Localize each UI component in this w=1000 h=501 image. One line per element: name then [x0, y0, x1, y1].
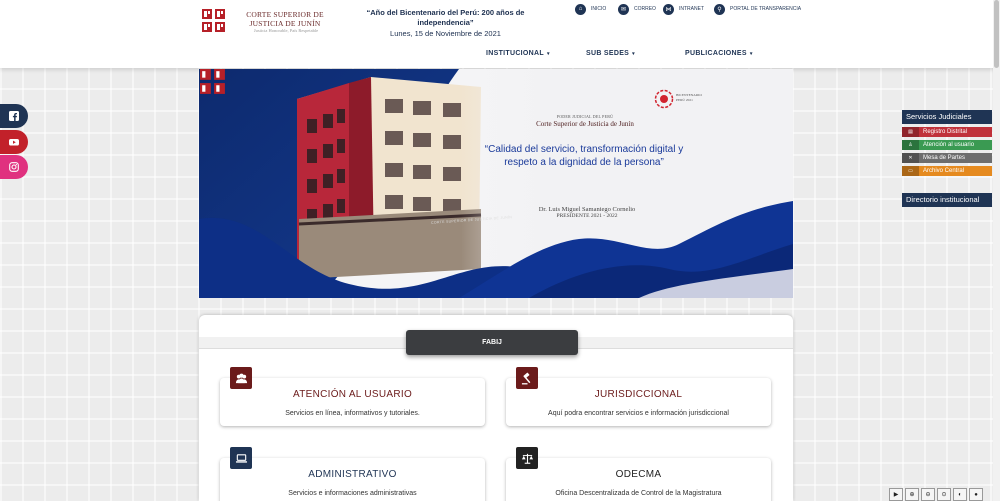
nav-institucional[interactable]: INSTITUCIONAL ▾ — [486, 50, 550, 57]
logo-title: CORTE SUPERIOR DE JUSTICIA DE JUNÍN — [246, 10, 324, 28]
gavel-icon — [516, 367, 538, 389]
page-scrollbar[interactable] — [993, 0, 1000, 501]
rp-item-label: Registro Distrital — [923, 129, 968, 135]
tools-icon: ✕ — [902, 153, 919, 163]
contrast-icon[interactable]: ◐ — [953, 488, 967, 501]
scroll-thumb[interactable] — [994, 0, 999, 68]
card-title: JURISDICCIONAL — [594, 389, 683, 400]
toplink-intranet[interactable]: ⋈ INTRANET — [663, 2, 704, 16]
card-title: ATENCIÓN AL USUARIO — [292, 389, 413, 400]
mail-icon: ✉ — [618, 3, 629, 15]
facebook-link[interactable] — [0, 104, 28, 128]
rp-item-label: Archivo Central — [923, 168, 965, 174]
card-title: ADMINISTRATIVO — [308, 469, 397, 480]
bicentenario-text: BICENTENARIO PERÚ 2021 — [676, 93, 702, 103]
banner-signature-role: PRESIDENTE 2021 - 2022 — [556, 213, 618, 219]
nav-sub-sedes[interactable]: SUB SEDES ▾ — [586, 50, 635, 57]
banner-institution: Corte Superior de Justicia de Junín — [536, 120, 634, 128]
tab-fabij[interactable]: FABIJ — [406, 330, 578, 355]
card-jurisdiccional[interactable]: JURISDICCIONAL Aquí podra encontrar serv… — [506, 378, 771, 426]
zoom-in-icon[interactable]: ⊕ — [905, 488, 919, 501]
card-description: Servicios e informaciones administrativa… — [288, 490, 417, 497]
users-icon — [230, 367, 252, 389]
pj-logo-icon — [202, 9, 225, 32]
home-icon: ⌂ — [575, 3, 586, 15]
network-icon: ⋈ — [663, 3, 674, 15]
scales-icon — [516, 447, 538, 469]
toplink-label: INTRANET — [679, 6, 704, 12]
bicentenario-line2: PERÚ 2021 — [676, 98, 693, 102]
user-icon: ♙ — [902, 140, 919, 150]
youtube-icon — [9, 139, 19, 146]
nav-label: PUBLICACIONES — [685, 50, 747, 57]
current-date: Lunes, 15 de Noviembre de 2021 — [390, 29, 501, 38]
banner-institution-small: PODER JUDICIAL DEL PERÚ — [556, 114, 614, 119]
bicentenario-icon — [654, 89, 674, 109]
directorio-institucional-link[interactable]: Directorio institucional — [902, 193, 992, 207]
search-icon: ⚲ — [714, 3, 725, 15]
instagram-icon — [9, 162, 19, 172]
card-title: ODECMA — [615, 469, 662, 480]
card-atencion-usuario[interactable]: ATENCIÓN AL USUARIO Servicios en línea, … — [220, 378, 485, 426]
toplink-transparencia[interactable]: ⚲ PORTAL DE TRANSPARENCIA — [714, 2, 801, 16]
toplink-correo[interactable]: ✉ CORREO — [618, 2, 656, 16]
nav-label: INSTITUCIONAL — [486, 50, 544, 57]
services-section: FABIJ ATENCIÓN AL USUARIO Servicios en l… — [199, 315, 793, 501]
zoom-reset-icon[interactable]: ⊙ — [937, 488, 951, 501]
card-description: Oficina Descentralizada de Control de la… — [555, 490, 722, 497]
rp-item-label: Mesa de Partes — [923, 155, 966, 161]
servicios-judiciales-title[interactable]: Servicios Judiciales — [902, 110, 992, 124]
registro-distrital-link[interactable]: ▤ Registro Distrital — [902, 127, 992, 137]
logo-subtitle: Justicia Honorable, País Respetable — [253, 28, 319, 33]
nav-label: SUB SEDES — [586, 50, 630, 57]
archive-icon: ▭ — [902, 166, 919, 176]
mesa-partes-link[interactable]: ✕ Mesa de Partes — [902, 153, 992, 163]
accessibility-toolbar: ▶ ⊕ ⊖ ⊙ ◐ ● — [889, 488, 985, 501]
toplink-label: PORTAL DE TRANSPARENCIA — [730, 6, 802, 12]
caret-down-icon: ▾ — [632, 51, 635, 57]
year-headline: “Año del Bicentenario del Perú: 200 años… — [366, 8, 525, 27]
toplink-label: CORREO — [634, 6, 656, 12]
card-odecma[interactable]: ODECMA Oficina Descentralizada de Contro… — [506, 458, 771, 501]
play-icon[interactable]: ▶ — [889, 488, 903, 501]
laptop-icon — [230, 447, 252, 469]
atencion-usuario-link[interactable]: ♙ Atención al usuario — [902, 140, 992, 150]
bicentenario-logo: BICENTENARIO PERÚ 2021 — [654, 89, 714, 109]
facebook-icon — [9, 111, 19, 121]
registry-icon: ▤ — [902, 127, 919, 137]
card-administrativo[interactable]: ADMINISTRATIVO Servicios e informaciones… — [220, 458, 485, 501]
instagram-link[interactable] — [0, 155, 28, 179]
caret-down-icon: ▾ — [749, 51, 753, 57]
site-header: CORTE SUPERIOR DE JUSTICIA DE JUNÍN Just… — [0, 0, 1000, 68]
card-description: Servicios en línea, informativos y tutor… — [285, 410, 420, 417]
rp-item-label: Atención al usuario — [923, 142, 975, 148]
caret-down-icon: ▾ — [546, 51, 550, 57]
hero-banner[interactable]: PODER JUDICIAL DEL PERÚ Corte Superior d… — [199, 69, 793, 298]
pj-logo-icon — [200, 69, 225, 94]
toplink-label: INICIO — [591, 6, 607, 12]
nav-publicaciones[interactable]: PUBLICACIONES ▾ — [685, 50, 753, 57]
banner-quote: “Calidad del servicio, transformación di… — [484, 144, 684, 168]
card-description: Aquí podra encontrar servicios e informa… — [548, 410, 729, 417]
youtube-link[interactable] — [0, 130, 28, 154]
site-logo[interactable]: CORTE SUPERIOR DE JUSTICIA DE JUNÍN Just… — [202, 9, 342, 39]
dot-icon[interactable]: ● — [969, 488, 983, 501]
toplink-inicio[interactable]: ⌂ INICIO — [575, 2, 606, 16]
archivo-central-link[interactable]: ▭ Archivo Central — [902, 166, 992, 176]
main-nav: INSTITUCIONAL ▾ SUB SEDES ▾ PUBLICACIONES ▾ — [0, 50, 1000, 62]
zoom-out-icon[interactable]: ⊖ — [921, 488, 935, 501]
banner-signature-name: Dr. Luis Miguel Samaniego Cornelio — [538, 206, 636, 213]
